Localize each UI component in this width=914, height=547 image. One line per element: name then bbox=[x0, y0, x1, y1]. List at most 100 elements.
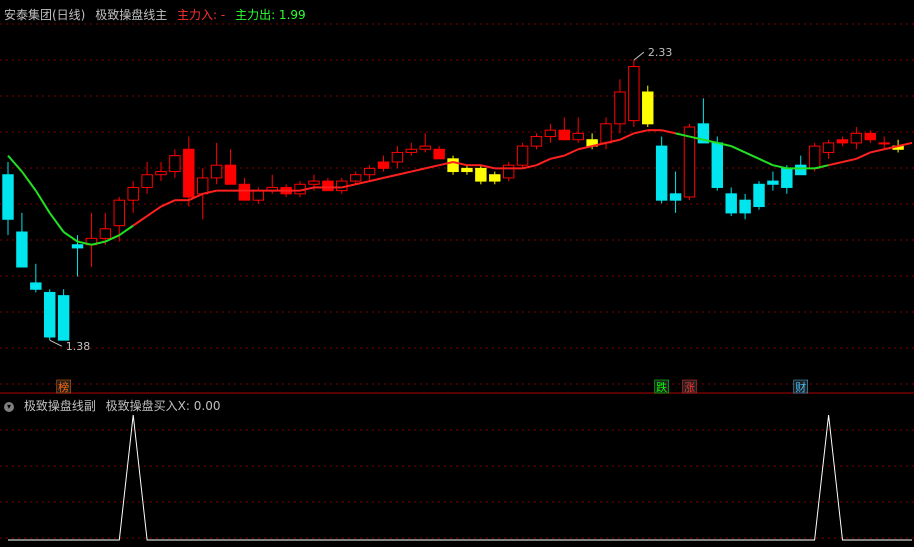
high-annotation: 2.33 bbox=[648, 46, 673, 59]
indicator-name: 极致操盘线主 bbox=[95, 8, 168, 22]
candle-body bbox=[836, 139, 849, 144]
ma-segment bbox=[633, 129, 648, 135]
ma-segment bbox=[897, 141, 913, 148]
low-annotation: 1.38 bbox=[66, 340, 91, 353]
candle-body bbox=[405, 148, 418, 153]
candle-body bbox=[308, 180, 320, 185]
candle-body bbox=[725, 193, 737, 214]
ma-segment bbox=[118, 224, 134, 237]
candle-body bbox=[57, 295, 70, 341]
ma-segment bbox=[411, 167, 426, 173]
ma-segment bbox=[577, 145, 593, 151]
candle-body bbox=[669, 193, 682, 201]
candle-body bbox=[822, 142, 835, 153]
ma-segment bbox=[536, 157, 551, 167]
candle-body bbox=[349, 174, 362, 182]
candle-body bbox=[224, 164, 237, 185]
marker-label: 跌 bbox=[656, 380, 667, 394]
candle-body bbox=[489, 174, 501, 182]
stock-name: 安泰集团(日线) bbox=[4, 8, 86, 22]
candle-body bbox=[850, 132, 863, 144]
ma-segment bbox=[34, 190, 51, 214]
ma-segment bbox=[63, 231, 79, 243]
ma-segment bbox=[146, 205, 162, 217]
candle-body bbox=[2, 174, 14, 220]
candle-body bbox=[16, 231, 28, 268]
candle-body bbox=[196, 177, 209, 195]
inflow-label: 主力入: - bbox=[177, 8, 226, 22]
ma-segment bbox=[21, 170, 37, 192]
candle-body bbox=[447, 158, 459, 173]
candle-body bbox=[516, 145, 529, 166]
candle-body bbox=[141, 174, 153, 188]
candle-body bbox=[753, 183, 765, 208]
sub-indicator-name: 极致操盘线副 bbox=[23, 399, 96, 413]
ma-segment bbox=[48, 212, 65, 233]
candle-body bbox=[127, 186, 139, 201]
collapse-arrow-icon[interactable]: ▾ bbox=[4, 401, 14, 412]
ma-segment bbox=[7, 154, 23, 173]
marker-label: 财 bbox=[795, 380, 806, 394]
candle-body bbox=[558, 129, 571, 141]
ma-segment bbox=[870, 148, 885, 154]
candle-body bbox=[795, 164, 807, 176]
main-header: 安泰集团(日线) 极致操盘线主 主力入: - 主力出: 1.99 bbox=[4, 6, 312, 23]
candle-body bbox=[30, 282, 42, 290]
candle-body bbox=[183, 148, 195, 198]
candle-body bbox=[530, 136, 543, 147]
candle-body bbox=[461, 167, 473, 173]
candle-body bbox=[864, 132, 876, 141]
ma-segment bbox=[758, 157, 774, 167]
ma-segment bbox=[828, 161, 843, 167]
ma-segment bbox=[730, 145, 746, 154]
ma-segment bbox=[397, 170, 412, 176]
candle-body bbox=[711, 142, 724, 188]
candle-body bbox=[322, 180, 334, 192]
ma-segment bbox=[132, 215, 148, 227]
candle-body bbox=[600, 123, 612, 144]
candle-body bbox=[739, 199, 751, 214]
ma-segment bbox=[160, 199, 176, 208]
ma-segment bbox=[563, 148, 579, 157]
ma-segment bbox=[619, 132, 635, 141]
candle-body bbox=[614, 91, 626, 125]
ma-segment bbox=[842, 157, 857, 163]
candle-body bbox=[433, 148, 445, 160]
candle-body bbox=[808, 145, 821, 169]
candle-body bbox=[572, 132, 584, 141]
candle-body bbox=[475, 167, 487, 182]
candle-body bbox=[781, 167, 793, 188]
candle-body bbox=[878, 142, 890, 145]
candle-body bbox=[363, 167, 376, 176]
low-pointer bbox=[49, 339, 62, 347]
marker-label: 榜 bbox=[58, 380, 69, 394]
outflow-label: 主力出: 1.99 bbox=[235, 8, 306, 22]
candle-body bbox=[252, 190, 265, 201]
ma-segment bbox=[383, 173, 398, 179]
sub-value-label: 极致操盘买入X: 0.00 bbox=[105, 399, 221, 413]
stock-chart: 2.33 1.38 榜 跌 涨 财 bbox=[0, 23, 914, 541]
candle-body bbox=[642, 91, 654, 125]
candle-body bbox=[155, 171, 167, 176]
candle-body bbox=[169, 155, 181, 173]
candle-body bbox=[391, 151, 404, 163]
sub-header: ▾ 极致操盘线副 极致操盘买入X: 0.00 bbox=[4, 397, 226, 414]
ma-segment bbox=[550, 154, 565, 160]
ma-segment bbox=[744, 151, 760, 160]
candle-body bbox=[71, 244, 84, 249]
candle-body bbox=[113, 199, 125, 227]
candle-body bbox=[544, 129, 557, 138]
candle-body bbox=[44, 291, 56, 338]
candle-body bbox=[767, 180, 779, 185]
ma-segment bbox=[855, 151, 871, 160]
candle-body bbox=[238, 183, 251, 201]
candle-body bbox=[99, 228, 112, 239]
candle-body bbox=[502, 164, 515, 179]
candle-body bbox=[210, 164, 223, 179]
candle-body bbox=[655, 145, 668, 201]
marker-label: 涨 bbox=[684, 381, 695, 394]
ma-segment bbox=[369, 176, 384, 183]
candle-body bbox=[377, 161, 390, 169]
candle-body bbox=[628, 66, 640, 122]
high-pointer bbox=[633, 51, 645, 61]
